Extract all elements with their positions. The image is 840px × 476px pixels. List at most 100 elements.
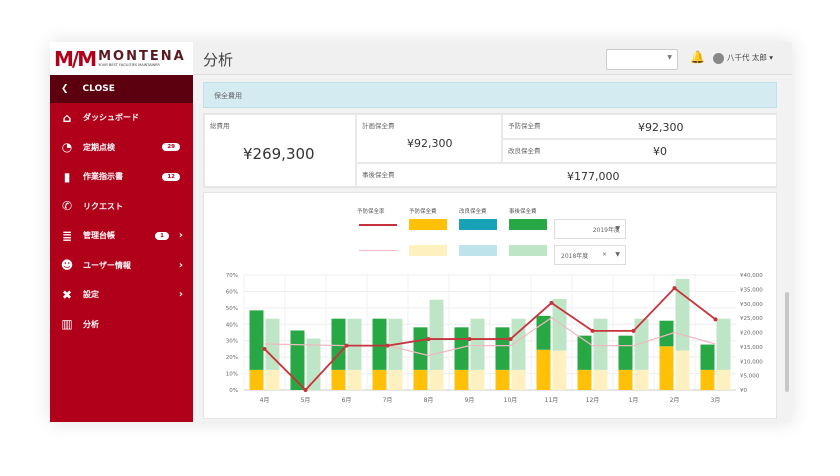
x-tick-label: 12月: [586, 397, 600, 404]
logo[interactable]: M/M MONTENA YOUR BEST FACILITIES MAINTAIN…: [50, 42, 193, 75]
improvement-value: ¥0: [653, 145, 667, 158]
right-tick-label: ¥20,000: [740, 331, 763, 337]
bar-preventive-2019: [659, 346, 674, 390]
chevron-right-icon: ›: [178, 259, 183, 271]
bar-preventive-2018: [716, 369, 731, 390]
clipboard-icon: ▮: [63, 169, 71, 184]
sidebar-item-6[interactable]: ✖ 設定 ›: [50, 280, 193, 310]
sidebar-item-4[interactable]: ≣ 管理台帳 1 ›: [50, 221, 193, 251]
right-tick-label: ¥0: [740, 388, 747, 394]
header-select[interactable]: ▼: [606, 49, 678, 70]
left-tick-label: 0%: [229, 388, 238, 394]
preventive-value: ¥92,300: [638, 121, 684, 134]
total-value: ¥269,300: [243, 145, 315, 163]
sidebar-item-label: 作業指示書: [83, 172, 123, 182]
rate-point: [672, 286, 677, 291]
right-tick-label: ¥40,000: [740, 273, 763, 279]
count-badge: 1: [155, 231, 169, 240]
tools-icon: ✖: [61, 287, 73, 302]
scrollbar[interactable]: [785, 292, 789, 392]
right-tick-label: ¥30,000: [740, 302, 763, 308]
sidebar-item-7[interactable]: ▥ 分析: [50, 310, 193, 340]
x-tick-label: 9月: [465, 397, 475, 404]
bar-accident-2018: [716, 318, 731, 370]
x-tick-label: 7月: [383, 397, 393, 404]
rate-point: [508, 337, 513, 342]
summary-panel: 総費用 ¥269,300 計画保全費 ¥92,300 予防保全費 ¥92,300…: [203, 113, 777, 188]
bar-accident-2018: [593, 318, 608, 370]
bar-preventive-2018: [675, 350, 690, 390]
left-tick-label: 70%: [226, 273, 238, 279]
left-tick-label: 10%: [226, 372, 238, 378]
sidebar-item-label: 設定: [83, 290, 99, 300]
bar-preventive-2018: [593, 369, 608, 390]
bar-preventive-2019: [454, 369, 469, 390]
gauge-icon: ◔: [61, 140, 73, 155]
close-sidebar-button[interactable]: ❮ CLOSE: [50, 75, 193, 103]
rate-point: [631, 328, 636, 333]
avatar: [713, 52, 724, 64]
sidebar: M/M MONTENA YOUR BEST FACILITIES MAINTAIN…: [50, 42, 193, 422]
phone-icon: ✆: [61, 199, 73, 214]
bar-preventive-2018: [265, 369, 280, 390]
user-name: 八千代 太郎: [727, 53, 767, 62]
home-icon: ⌂: [62, 110, 72, 125]
chevron-right-icon: ›: [178, 230, 183, 242]
sidebar-item-5[interactable]: ☻ ユーザー情報 ›: [50, 251, 193, 281]
caret-down-icon: ▼: [667, 54, 672, 61]
database-icon: ≣: [61, 228, 73, 243]
count-badge: 29: [162, 143, 180, 152]
sidebar-item-0[interactable]: ⌂ ダッシュボード: [50, 103, 193, 133]
rate-point: [590, 328, 595, 333]
right-tick-label: ¥35,000: [740, 287, 763, 293]
bar-preventive-2019: [372, 369, 387, 390]
bar-accident-2019: [331, 318, 346, 370]
bar-preventive-2019: [495, 369, 510, 390]
sidebar-item-label: ダッシュボード: [83, 113, 139, 123]
brand-name: MONTENA: [98, 48, 186, 64]
sidebar-item-label: 管理台帳: [83, 231, 115, 241]
left-tick-label: 60%: [226, 289, 238, 295]
sidebar-item-2[interactable]: ▮ 作業指示書 12: [50, 162, 193, 192]
app-window: M/M MONTENA YOUR BEST FACILITIES MAINTAIN…: [50, 42, 792, 422]
bar-preventive-2019: [618, 369, 633, 390]
rate-point: [262, 346, 267, 351]
left-tick-label: 40%: [226, 322, 238, 328]
accident-cost-cell: 事後保全費 ¥177,000: [356, 163, 777, 187]
sidebar-item-1[interactable]: ◔ 定期点検 29: [50, 133, 193, 163]
x-tick-label: 5月: [301, 397, 311, 404]
sidebar-item-3[interactable]: ✆ リクエスト: [50, 192, 193, 222]
rate-point: [344, 343, 349, 348]
header: 分析 ▼ 🔔 八千代 太郎 ▾: [193, 42, 792, 75]
user-menu[interactable]: 八千代 太郎 ▾: [713, 52, 773, 64]
rate-point: [467, 337, 472, 342]
left-tick-label: 20%: [226, 355, 238, 361]
count-badge: 12: [162, 172, 180, 181]
users-icon: ☻: [60, 258, 74, 273]
bar-preventive-2018: [511, 369, 526, 390]
rate-point: [385, 343, 390, 348]
info-bar: 保全費用: [203, 82, 777, 108]
sidebar-item-label: 定期点検: [83, 142, 115, 152]
bar-preventive-2019: [536, 349, 551, 390]
planned-cost-cell: 計画保全費 ¥92,300: [356, 114, 502, 163]
sidebar-item-label: ユーザー情報: [83, 260, 131, 270]
bar-accident-2019: [413, 327, 428, 370]
bar-accident-2019: [618, 335, 633, 370]
x-tick-label: 4月: [260, 397, 270, 404]
total-label: 総費用: [210, 122, 230, 130]
rate-point: [426, 337, 431, 342]
x-tick-label: 11月: [545, 397, 559, 404]
right-tick-label: ¥15,000: [740, 345, 763, 351]
bar-preventive-2018: [388, 369, 403, 390]
bar-accident-2018: [429, 299, 444, 370]
x-tick-label: 2月: [670, 397, 680, 404]
close-label: CLOSE: [82, 84, 115, 94]
improvement-label: 改良保全費: [508, 147, 541, 155]
planned-label: 計画保全費: [362, 122, 395, 130]
bar-preventive-2019: [700, 369, 715, 390]
bar-preventive-2018: [552, 350, 567, 390]
bar-accident-2019: [372, 318, 387, 370]
bell-icon[interactable]: 🔔: [690, 50, 705, 64]
bar-preventive-2019: [413, 369, 428, 390]
